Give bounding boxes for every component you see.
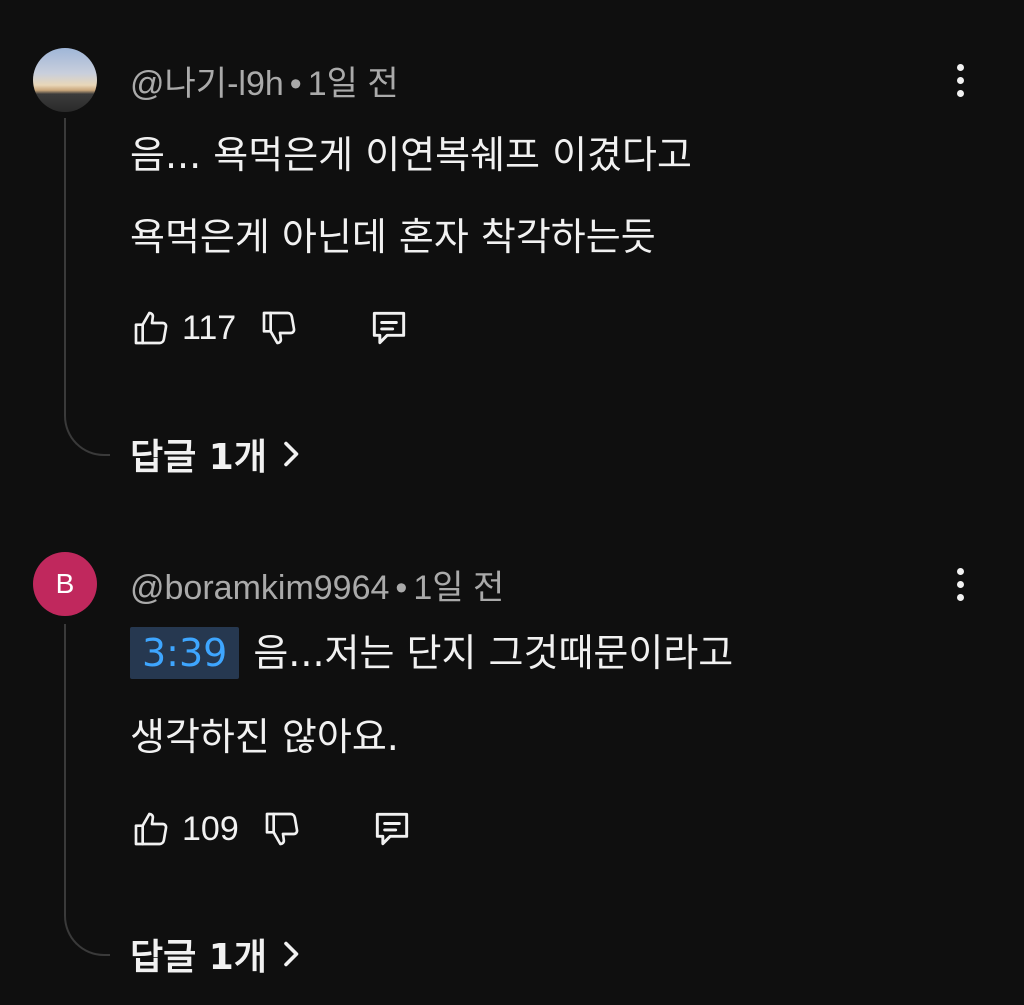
- comment-actions: 117: [128, 303, 412, 353]
- thumbs-down-icon[interactable]: [256, 305, 302, 351]
- thread-line: [64, 118, 110, 456]
- replies-label: 답글 1개: [130, 437, 267, 478]
- comment-text: 음...저는 단지 그것때문이라고: [253, 631, 734, 675]
- chevron-right-icon: [283, 939, 301, 969]
- comment-text-line: 욕먹은게 아닌데 혼자 착각하는듯: [130, 215, 656, 259]
- like-count: 109: [182, 809, 239, 848]
- avatar[interactable]: [33, 48, 97, 112]
- comment-text-line: 음... 욕먹은게 이연복쉐프 이겼다고: [130, 133, 692, 177]
- comment-time: 1일 전: [413, 569, 505, 607]
- timestamp-link[interactable]: 3:39: [130, 627, 240, 679]
- thumbs-up-icon[interactable]: [128, 806, 174, 852]
- comment-time: 1일 전: [307, 65, 399, 103]
- meta-separator: •: [395, 569, 408, 607]
- thumbs-up-icon[interactable]: [128, 305, 174, 351]
- comment-actions: 109: [128, 804, 415, 854]
- comment-text-line: 3:39 음...저는 단지 그것때문이라고: [130, 622, 733, 679]
- like-count: 117: [182, 308, 237, 347]
- comment-icon[interactable]: [366, 305, 412, 351]
- avatar[interactable]: B: [33, 552, 97, 616]
- replies-button[interactable]: 답글 1개: [130, 428, 301, 480]
- comment-2: B @boramkim9964 • 1일 전 3:39 음...저는 단지 그것때문이…: [0, 500, 1024, 1005]
- author-handle[interactable]: @나기-l9h: [130, 65, 284, 103]
- comment-meta: @boramkim9964 • 1일 전: [130, 560, 504, 609]
- thread-line: [64, 624, 110, 956]
- comment-1: @나기-l9h • 1일 전 음... 욕먹은게 이연복쉐프 이겼다고 욕먹은게 아…: [0, 0, 1024, 500]
- comment-meta: @나기-l9h • 1일 전: [130, 56, 399, 105]
- comment-text-line: 생각하진 않아요.: [130, 715, 399, 759]
- thumbs-down-icon[interactable]: [259, 806, 305, 852]
- more-vert-icon[interactable]: [940, 58, 980, 102]
- chevron-right-icon: [283, 439, 301, 469]
- replies-label: 답글 1개: [130, 937, 267, 978]
- comment-icon[interactable]: [369, 806, 415, 852]
- meta-separator: •: [289, 65, 302, 103]
- author-handle[interactable]: @boramkim9964: [130, 569, 389, 607]
- avatar-letter: B: [55, 568, 75, 599]
- more-vert-icon[interactable]: [940, 562, 980, 606]
- replies-button[interactable]: 답글 1개: [130, 928, 301, 980]
